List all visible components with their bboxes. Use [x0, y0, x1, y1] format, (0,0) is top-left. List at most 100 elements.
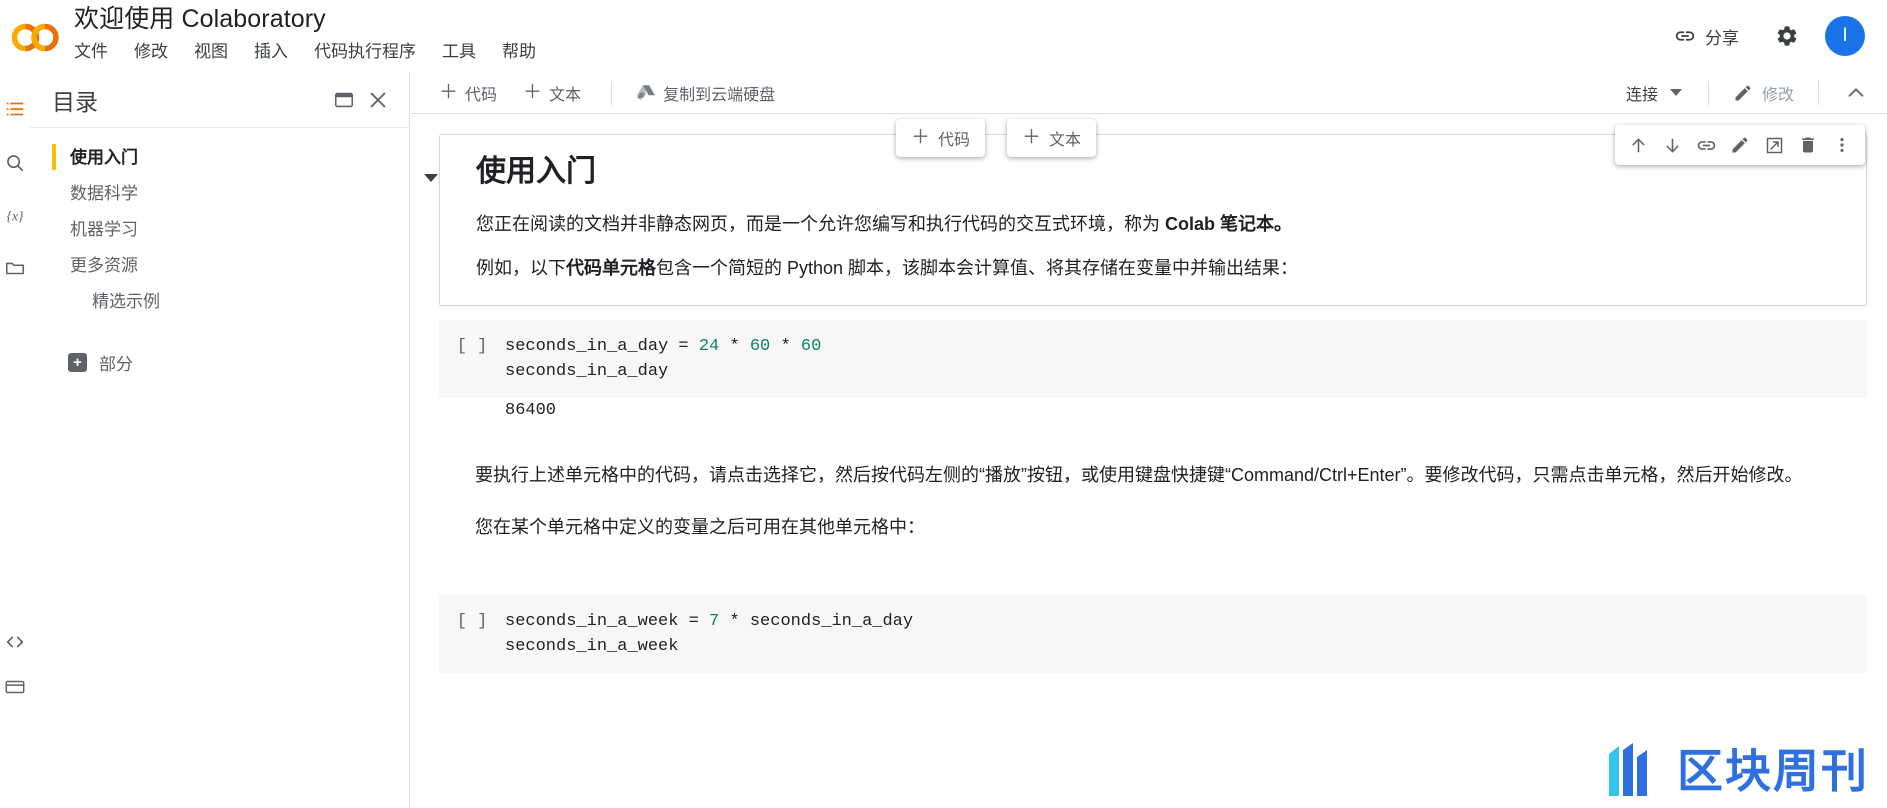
instructions-paragraph: 要执行上述单元格中的代码，请点击选择它，然后按代码左侧的“播放”按钮，或使用键盘… — [475, 465, 1803, 485]
toolbar-divider-3 — [1818, 80, 1819, 105]
code-cell-1-line-1: seconds_in_a_day = 24 * 60 * 60 — [505, 334, 821, 359]
code-cell-1-line-2: seconds_in_a_day — [505, 362, 669, 381]
toc-item-getting-started[interactable]: 使用入门 — [30, 140, 409, 176]
edit-mode-label: 修改 — [1761, 86, 1794, 104]
user-avatar[interactable]: I — [1825, 16, 1865, 56]
floating-add-text-label: 文本 — [1049, 132, 1082, 149]
files-icon-button[interactable] — [0, 248, 30, 288]
variables-icon: {x} — [6, 209, 24, 224]
menu-help[interactable]: 帮助 — [502, 39, 544, 65]
open-cell-in-tab-button[interactable] — [1757, 128, 1791, 162]
settings-button[interactable] — [1767, 16, 1807, 56]
menu-edit[interactable]: 修改 — [134, 39, 176, 65]
terminal-icon — [5, 680, 25, 694]
open-in-new-icon — [1766, 137, 1782, 153]
left-icon-rail: {x} — [0, 72, 30, 808]
delete-cell-button[interactable] — [1791, 128, 1825, 162]
toc-item-more-resources[interactable]: 更多资源 — [30, 248, 409, 284]
menu-runtime[interactable]: 代码执行程序 — [314, 39, 424, 65]
post-code-text-block: 要执行上述单元格中的代码，请点击选择它，然后按代码左侧的“播放”按钮，或使用键盘… — [475, 460, 1871, 542]
intro-paragraph-2-c: 包含一个简短的 Python 脚本，该脚本会计算值、将其存储在变量中并输出结果： — [656, 258, 1299, 278]
toc-item-featured-examples[interactable]: 精选示例 — [30, 284, 409, 320]
code-brackets-icon — [6, 636, 24, 648]
share-button[interactable]: 分享 — [1664, 17, 1749, 56]
floating-add-code-label: 代码 — [938, 132, 971, 149]
add-code-cell-button[interactable]: ＋ 代码 — [429, 76, 507, 110]
connect-button[interactable]: 连接 — [1614, 75, 1694, 111]
plus-icon: ＋ — [1022, 127, 1042, 148]
colab-logo-wrap[interactable] — [0, 0, 74, 72]
toc-close-button[interactable] — [361, 83, 395, 117]
menu-insert[interactable]: 插入 — [254, 39, 296, 65]
add-text-cell-button[interactable]: ＋ 文本 — [513, 76, 591, 110]
menu-tools[interactable]: 工具 — [442, 39, 484, 65]
edit-mode-button[interactable]: 修改 — [1723, 75, 1804, 111]
code-cell-2[interactable]: [ ] seconds_in_a_week = 7 * seconds_in_a… — [439, 595, 1867, 673]
code-cell-2-source[interactable]: seconds_in_a_week = 7 * seconds_in_a_day… — [505, 609, 913, 659]
floating-add-cell-buttons: ＋ 代码 ＋ 文本 — [896, 119, 1097, 157]
toc-header: 目录 — [30, 72, 409, 128]
variables-icon-button[interactable]: {x} — [0, 196, 30, 236]
menu-bar: 文件 修改 视图 插入 代码执行程序 工具 帮助 — [74, 37, 544, 67]
floating-add-text-button[interactable]: ＋ 文本 — [1007, 119, 1097, 157]
code-cell-1[interactable]: [ ] seconds_in_a_day = 24 * 60 * 60 seco… — [439, 320, 1867, 398]
list-icon — [6, 102, 24, 116]
toc-sections-row[interactable]: + 部分 — [30, 344, 409, 381]
link-to-cell-button[interactable] — [1689, 128, 1723, 162]
collapse-section-triangle[interactable] — [424, 174, 438, 182]
code-var: seconds_in_a_day — [505, 337, 669, 356]
code-cell-1-run-prompt[interactable]: [ ] — [439, 334, 505, 384]
plus-icon: ＋ — [523, 81, 543, 103]
plus-icon: ＋ — [439, 81, 459, 103]
copy-to-drive-button[interactable]: 复制到云端硬盘 — [626, 76, 785, 110]
toolbar-right-actions: 连接 修改 — [1614, 75, 1887, 111]
toc-icon-button[interactable] — [0, 89, 30, 129]
watermark-text: 区块周刊 — [1677, 745, 1869, 797]
open-in-window-icon — [334, 92, 354, 107]
copy-to-drive-label: 复制到云端硬盘 — [663, 86, 776, 104]
code-cell-2-line-1: seconds_in_a_week = 7 * seconds_in_a_day — [505, 609, 913, 634]
toc-item-machine-learning[interactable]: 机器学习 — [30, 212, 409, 248]
arrow-down-icon — [1665, 138, 1679, 152]
code-snippets-icon-button[interactable] — [0, 622, 30, 662]
menu-view[interactable]: 视图 — [194, 39, 236, 65]
move-cell-down-button[interactable] — [1655, 128, 1689, 162]
floating-add-code-button[interactable]: ＋ 代码 — [896, 119, 986, 157]
google-drive-icon — [637, 84, 655, 101]
variables-paragraph: 您在某个单元格中定义的变量之后可用在其他单元格中： — [475, 517, 925, 537]
code-cell-1-output: 86400 — [439, 398, 1867, 423]
chevron-up-icon — [1848, 87, 1864, 97]
edit-cell-button[interactable] — [1723, 128, 1757, 162]
code-op-mul: * — [719, 612, 750, 631]
toc-item-data-science[interactable]: 数据科学 — [30, 176, 409, 212]
intro-paragraph-2: 例如，以下代码单元格包含一个简短的 Python 脚本，该脚本会计算值、将其存储… — [476, 253, 1840, 283]
intro-paragraph-2-a: 例如，以下 — [476, 258, 566, 278]
intro-paragraph-2-bold: 代码单元格 — [566, 258, 656, 278]
move-cell-up-button[interactable] — [1621, 128, 1655, 162]
toc-sections-label: 部分 — [99, 355, 133, 374]
toc-open-in-window-button[interactable] — [327, 83, 361, 117]
gear-icon — [1777, 26, 1797, 46]
cell-more-options-button[interactable] — [1825, 128, 1859, 162]
code-num-60-a: 60 — [749, 337, 771, 356]
document-title[interactable]: 欢迎使用 Colaboratory — [74, 2, 544, 36]
code-op-eq: = — [678, 612, 710, 631]
search-icon-button[interactable] — [0, 143, 30, 183]
code-num-24: 24 — [698, 337, 720, 356]
collapse-toolbar-button[interactable] — [1839, 76, 1873, 110]
code-cell-1-source[interactable]: seconds_in_a_day = 24 * 60 * 60 seconds_… — [505, 334, 821, 384]
intro-paragraph-1: 您正在阅读的文档并非静态网页，而是一个允许您编写和执行代码的交互式环境，称为 C… — [476, 209, 1840, 239]
svg-text:{x}: {x} — [6, 209, 24, 224]
add-code-cell-label: 代码 — [465, 86, 498, 104]
code-cell-2-run-prompt[interactable]: [ ] — [439, 609, 505, 659]
intro-paragraph-1-text: 您正在阅读的文档并非静态网页，而是一个允许您编写和执行代码的交互式环境，称为 — [476, 214, 1165, 234]
pencil-icon — [1735, 84, 1751, 100]
title-and-menu: 欢迎使用 Colaboratory 文件 修改 视图 插入 代码执行程序 工具 … — [74, 0, 544, 67]
terminal-icon-button[interactable] — [0, 667, 30, 707]
connect-label: 连接 — [1625, 86, 1658, 104]
chevron-down-icon — [1669, 89, 1682, 96]
pencil-icon — [1732, 137, 1748, 153]
code-var-week: seconds_in_a_week — [505, 612, 679, 631]
link-icon — [1697, 140, 1715, 150]
menu-file[interactable]: 文件 — [74, 39, 116, 65]
